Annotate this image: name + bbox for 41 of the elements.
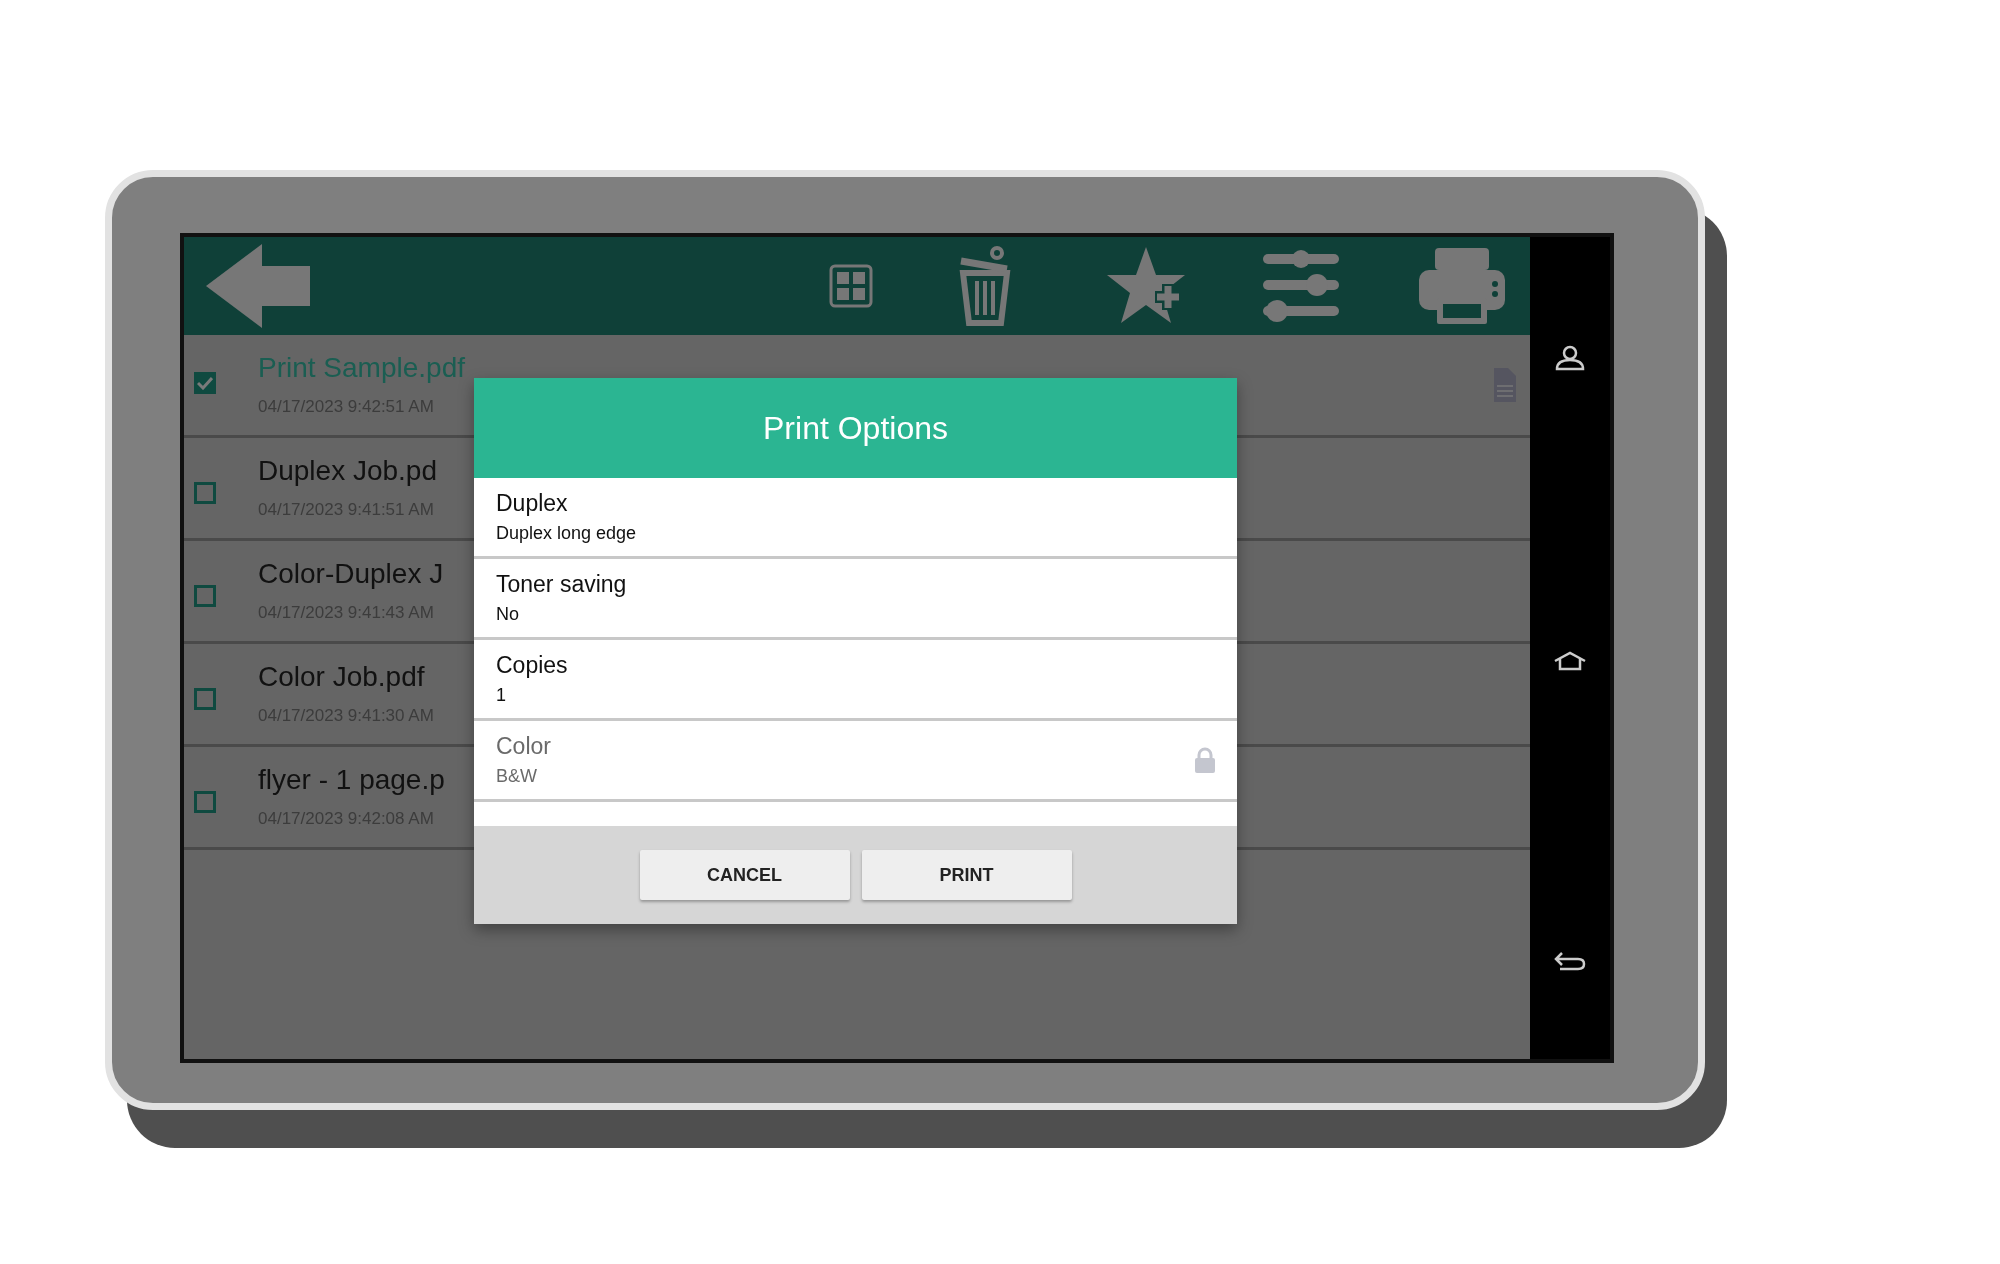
sliders-icon [1263, 250, 1339, 322]
checkbox[interactable] [194, 482, 216, 504]
option-row[interactable]: Duplex Duplex long edge [474, 478, 1237, 559]
checkbox[interactable] [194, 688, 216, 710]
settings-button[interactable] [1263, 250, 1339, 322]
print-button[interactable] [1419, 248, 1505, 324]
grid-button[interactable] [829, 264, 873, 308]
checkbox[interactable] [194, 585, 216, 607]
back-icon [1554, 951, 1586, 971]
grid-icon [829, 264, 873, 308]
option-value: 1 [496, 685, 506, 706]
dialog-title: Print Options [763, 409, 948, 447]
option-label: Color [496, 733, 551, 760]
home-nav-button[interactable] [1553, 651, 1587, 671]
printer-icon [1419, 248, 1505, 324]
trash-button[interactable] [957, 245, 1013, 327]
checkbox[interactable] [194, 791, 216, 813]
checkbox[interactable] [194, 372, 216, 394]
back-button[interactable] [206, 244, 310, 328]
file-name: Print Sample.pdf [258, 353, 465, 383]
option-label: Copies [496, 652, 568, 679]
account-nav-button[interactable] [1555, 345, 1585, 371]
option-value: Duplex long edge [496, 523, 637, 544]
dialog-button[interactable]: PRINT [861, 850, 1072, 900]
dialog-button[interactable]: CANCEL [639, 850, 850, 900]
option-row[interactable]: Copies 1 [474, 640, 1237, 721]
option-label: Duplex [496, 490, 568, 517]
file-name: Duplex Job.pd [258, 456, 437, 486]
person-icon [1555, 345, 1585, 371]
option-value: B&W [496, 766, 537, 787]
file-name: flyer - 1 page.p [258, 765, 445, 795]
file-name: Color Job.pdf [258, 662, 425, 692]
home-icon [1553, 651, 1587, 671]
lock-icon [1195, 747, 1215, 773]
back-arrow-icon [206, 244, 310, 328]
file-name: Color-Duplex J [258, 559, 444, 589]
option-label: Toner saving [496, 571, 627, 598]
back-nav-button[interactable] [1554, 951, 1586, 971]
option-row[interactable]: Toner saving No [474, 559, 1237, 640]
trash-icon [957, 245, 1013, 327]
option-value: No [496, 604, 519, 625]
